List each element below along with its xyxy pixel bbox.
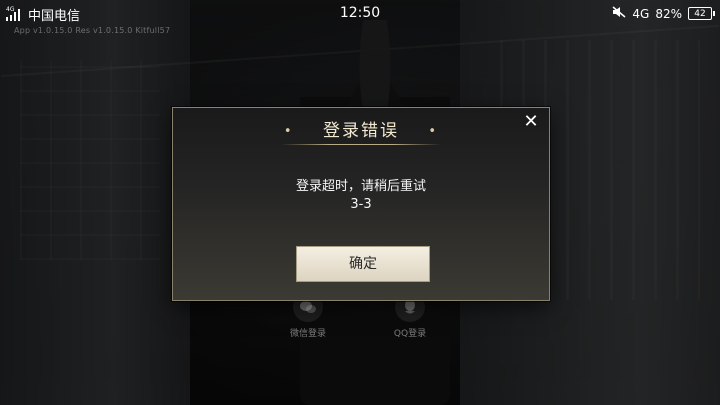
qq-login-label: QQ登录 — [393, 329, 427, 339]
status-bar: 4G 中国电信 12:50 4G 82% 42 — [0, 0, 720, 28]
battery-icon-text: 42 — [694, 8, 706, 19]
mobile-network-type: 4G — [632, 6, 650, 21]
battery-percent: 82% — [655, 6, 682, 21]
close-icon[interactable]: ✕ — [521, 112, 541, 132]
error-code: 3-3 — [350, 197, 372, 212]
title-decor-right: • — [428, 123, 439, 139]
mute-icon — [612, 6, 626, 21]
login-error-dialog: • 登录错误 • ✕ 登录超时，请稍后重试 3-3 确定 — [172, 107, 550, 301]
title-divider — [281, 144, 441, 145]
confirm-button[interactable]: 确定 — [296, 246, 430, 282]
battery-icon: 42 — [688, 7, 715, 20]
dialog-title-row: • 登录错误 • — [173, 116, 549, 141]
dialog-message: 登录超时，请稍后重试 3-3 — [173, 178, 549, 214]
wechat-login-label: 微信登录 — [289, 329, 326, 339]
error-message: 登录超时，请稍后重试 — [295, 179, 426, 194]
title-decor-left: • — [283, 123, 294, 139]
dialog-title: 登录错误 — [323, 121, 399, 141]
status-right: 4G 82% 42 — [612, 6, 715, 21]
